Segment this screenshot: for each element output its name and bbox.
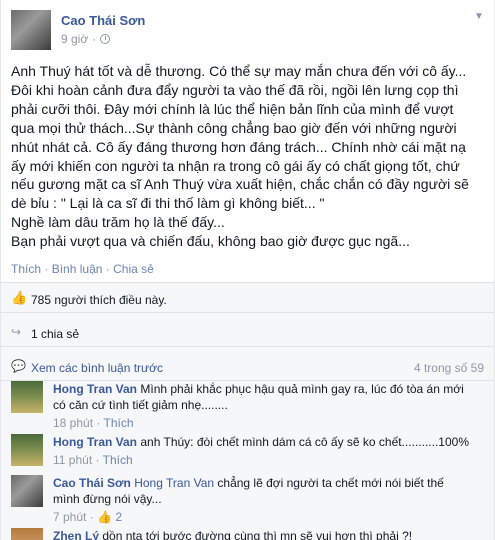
post-line: Đôi khi hoàn cảnh đưa đẩy người ta vào t… xyxy=(11,81,459,98)
comment-text: có căn cứ tình tiết giảm nhẹ........ xyxy=(53,398,228,412)
avatar[interactable] xyxy=(11,434,43,466)
comment-text: mình đừng nói vậy... xyxy=(53,492,162,506)
comment-body: Hong Tran Van anh Thúy: đòi chết mình dá… xyxy=(53,434,483,468)
comment-text: anh Thúy: đòi chết mình dám cá cô ấy sẽ … xyxy=(140,435,469,449)
comment-author[interactable]: Hong Tran Van xyxy=(53,382,137,396)
feedback-area: 👍 785 người thích điều này. ↪ 1 chia sẻ … xyxy=(1,282,494,540)
shares-count-text[interactable]: 1 chia sẻ xyxy=(31,327,79,341)
facebook-post: Cao Thái Sơn 9 giờ · ▼ Anh Thuý hát tốt … xyxy=(0,0,495,540)
share-link[interactable]: Chia sẻ xyxy=(113,262,154,276)
avatar[interactable] xyxy=(11,528,43,540)
post-line: nếu gương mặt ca sĩ Anh Thuý vừa xuất hi… xyxy=(11,176,469,193)
chevron-down-icon[interactable]: ▼ xyxy=(472,10,486,24)
comment-author[interactable]: Hong Tran Van xyxy=(53,435,137,449)
view-previous-comments-link[interactable]: Xem các bình luận trước xyxy=(31,361,163,375)
post-line: dè bỉu : " Lại là ca sĩ đi thi thố làm g… xyxy=(11,195,325,212)
comment-text: dồn nta tới bước đường cùng thì mn sẽ vu… xyxy=(102,529,413,540)
comment-text: Mình phải khắc phục hậu quả mình gay ra,… xyxy=(140,382,464,396)
sep-dot: · xyxy=(44,262,49,276)
thumbs-up-icon: 👍 xyxy=(97,510,113,524)
comment-body: Hong Tran Van Mình phải khắc phục hậu qu… xyxy=(53,381,483,431)
comment-like-link[interactable]: Thích xyxy=(104,416,134,430)
post-line: Bạn phải vượt qua và chiến đấu, không ba… xyxy=(11,233,410,250)
share-arrow-icon: ↪ xyxy=(11,325,22,339)
post-line: ấy mới khiến con người ta nhận ra trong … xyxy=(11,157,460,174)
comment-body: Cao Thái Sơn Hong Tran Van chẳng lẽ đợi … xyxy=(53,475,483,525)
comment-count-text: 4 trong số 59 xyxy=(413,361,484,375)
post-line: Nghề làm dâu trăm họ là thế đấy... xyxy=(11,214,225,231)
post-action-bar: Thích · Bình luận · Chia sẻ xyxy=(11,262,154,276)
like-link[interactable]: Thích xyxy=(11,262,41,276)
comment-time[interactable]: 18 phút xyxy=(53,416,93,430)
avatar[interactable] xyxy=(11,381,43,413)
sep-dot: · xyxy=(105,262,110,276)
comment-like-count[interactable]: 2 xyxy=(115,510,122,524)
avatar[interactable] xyxy=(11,475,43,507)
post-body: Anh Thuý hát tốt và dễ thương. Có thể sự… xyxy=(11,62,489,251)
comment-meta: 11 phút · Thích xyxy=(53,452,483,468)
comment-text: chẳng lẽ đợi người ta chết mới nói biết … xyxy=(217,476,444,490)
post-line: Anh Thuý hát tốt và dễ thương. Có thể sự… xyxy=(11,63,467,79)
comment-meta: 18 phút · Thích xyxy=(53,415,483,431)
post-author-name[interactable]: Cao Thái Sơn xyxy=(61,13,145,28)
clock-icon xyxy=(100,34,111,44)
likes-count-text[interactable]: 785 người thích điều này. xyxy=(31,293,167,307)
previous-comments-row: 💬 Xem các bình luận trước 4 trong số 59 xyxy=(1,351,494,381)
post-timestamp[interactable]: 9 giờ · xyxy=(61,32,111,46)
likes-row[interactable]: 👍 785 người thích điều này. xyxy=(1,283,494,313)
sep-dot: · xyxy=(92,32,97,46)
post-line: phải cưỡi thôi. Đây mới chính là lúc thể… xyxy=(11,100,454,117)
comment-time[interactable]: 11 phút xyxy=(53,453,92,467)
thumbs-up-icon: 👍 xyxy=(11,290,28,305)
comment-link[interactable]: Bình luận xyxy=(52,262,103,276)
post-line: qua mọi thử thách...Sự thành công chẳng … xyxy=(11,119,457,136)
speech-bubble-icon: 💬 xyxy=(11,359,26,373)
comment-author[interactable]: Zhen Lý xyxy=(53,529,99,540)
post-time-label[interactable]: 9 giờ xyxy=(61,32,88,46)
author-avatar[interactable] xyxy=(11,10,51,50)
comment-body: Zhen Lý dồn nta tới bước đường cùng thì … xyxy=(53,528,483,540)
sep-dot: · xyxy=(96,416,101,430)
shares-row[interactable]: ↪ 1 chia sẻ xyxy=(1,317,494,347)
comment-mention[interactable]: Hong Tran Van xyxy=(134,476,214,490)
post-header: Cao Thái Sơn 9 giờ · ▼ xyxy=(11,10,486,50)
comment-meta: 7 phút · 👍 2 xyxy=(53,509,483,525)
comment-like-link[interactable]: Thích xyxy=(103,453,133,467)
comment-time[interactable]: 7 phút xyxy=(53,510,86,524)
comment-author[interactable]: Cao Thái Sơn xyxy=(53,476,131,490)
sep-dot: · xyxy=(95,453,100,467)
likes-summary[interactable]: 785 người thích điều này. xyxy=(31,293,167,307)
post-line: nhút nhát cả. Cô ấy đáng thương hơn đáng… xyxy=(11,138,466,155)
sep-dot: · xyxy=(89,510,94,524)
